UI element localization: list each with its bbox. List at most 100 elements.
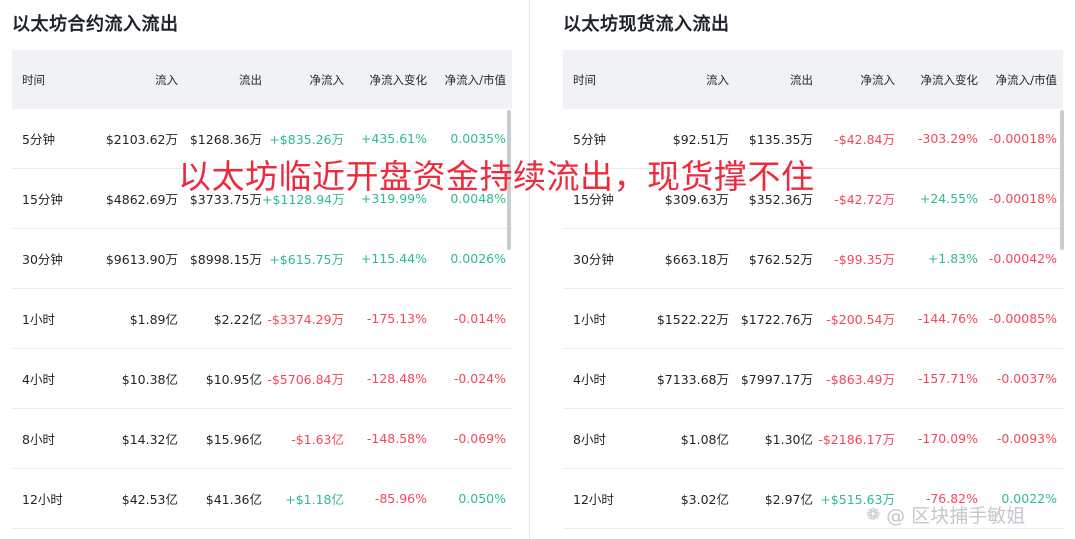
cell-netflow-mcap: -0.00085% — [988, 311, 1057, 326]
cell-time: 12小时 — [22, 492, 63, 507]
cell-netflow-change: -175.13% — [366, 311, 427, 326]
cell-outflow: $1268.36万 — [189, 132, 262, 147]
cell-time: 30分钟 — [573, 252, 614, 267]
header-inflow: 流入 — [155, 72, 178, 87]
header-netflow-change: 净流入变化 — [920, 72, 979, 87]
cell-inflow: $663.18万 — [664, 252, 729, 267]
watermark-text: @ 区块捕手敏姐 — [886, 505, 1026, 527]
cell-netflow-mcap: 0.0035% — [450, 131, 506, 146]
cell-netflow-change: -144.76% — [917, 311, 978, 326]
cell-outflow: $7997.17万 — [740, 372, 813, 387]
cell-netflow: -$1.63亿 — [291, 432, 344, 447]
header-time: 时间 — [22, 72, 45, 87]
table-row: 30分钟 $9613.90万 $8998.15万 +$615.75万 +115.44% 0… — [12, 229, 512, 289]
cell-time: 12小时 — [573, 492, 614, 507]
cell-netflow: -$3374.29万 — [267, 312, 344, 327]
cell-netflow: -$863.49万 — [826, 372, 895, 387]
table-row: 4小时 $7133.68万 $7997.17万 -$863.49万 -157.71% -0… — [563, 349, 1063, 409]
cell-outflow: $8998.15万 — [189, 252, 262, 267]
cell-inflow: $1.89亿 — [129, 312, 178, 327]
contract-flow-table: 时间 流入 流出 净流入 净流入变化 净流入/市值 5分钟 $2103.62万 $1… — [12, 50, 512, 529]
cell-time: 5分钟 — [573, 132, 606, 147]
cell-netflow: -$200.54万 — [826, 312, 895, 327]
cell-inflow: $1522.22万 — [656, 312, 729, 327]
cell-inflow: $14.32亿 — [121, 432, 178, 447]
header-outflow: 流出 — [239, 72, 262, 87]
cell-outflow: $1.30亿 — [764, 432, 813, 447]
cell-netflow: +$835.26万 — [269, 132, 344, 147]
header-netflow-change: 净流入变化 — [369, 72, 428, 87]
cell-time: 30分钟 — [22, 252, 63, 267]
cell-time: 8小时 — [22, 432, 55, 447]
header-netflow: 净流入 — [860, 72, 896, 87]
cell-netflow-change: -303.29% — [917, 131, 978, 146]
cell-inflow: $4862.69万 — [105, 192, 178, 207]
cell-time: 4小时 — [573, 372, 606, 387]
cell-netflow: +$1.18亿 — [285, 492, 344, 507]
cell-netflow-change: +115.44% — [360, 251, 427, 266]
cell-time: 15分钟 — [22, 192, 63, 207]
cell-time: 4小时 — [22, 372, 55, 387]
table-header: 时间 流入 流出 净流入 净流入变化 净流入/市值 — [563, 50, 1063, 109]
cell-inflow: $10.38亿 — [121, 372, 178, 387]
header-netflow: 净流入 — [309, 72, 345, 87]
cell-time: 5分钟 — [22, 132, 55, 147]
cell-netflow-change: +435.61% — [360, 131, 427, 146]
cell-netflow: -$99.35万 — [834, 252, 895, 267]
cell-netflow-change: -157.71% — [917, 371, 978, 386]
table-row: 4小时 $10.38亿 $10.95亿 -$5706.84万 -128.48% -0.02… — [12, 349, 512, 409]
cell-inflow: $2103.62万 — [105, 132, 178, 147]
header-outflow: 流出 — [790, 72, 813, 87]
spot-flow-panel: 以太坊现货流入流出 时间 流入 流出 净流入 净流入变化 净流入/市值 5分钟 $… — [563, 0, 1063, 539]
cell-time: 1小时 — [22, 312, 55, 327]
contract-flow-panel: 以太坊合约流入流出 时间 流入 流出 净流入 净流入变化 净流入/市值 5分钟 $… — [12, 0, 512, 539]
cell-inflow: $3.02亿 — [680, 492, 729, 507]
table-row: 1小时 $1.89亿 $2.22亿 -$3374.29万 -175.13% -0.014% — [12, 289, 512, 349]
header-time: 时间 — [573, 72, 596, 87]
cell-outflow: $2.97亿 — [764, 492, 813, 507]
cell-netflow-mcap: -0.014% — [453, 311, 506, 326]
header-netflow-mcap: 净流入/市值 — [995, 72, 1057, 87]
table-header: 时间 流入 流出 净流入 净流入变化 净流入/市值 — [12, 50, 512, 109]
spot-flow-table: 时间 流入 流出 净流入 净流入变化 净流入/市值 5分钟 $92.51万 $135… — [563, 50, 1063, 529]
spot-table-scrollbar[interactable] — [1060, 110, 1064, 250]
cell-netflow: -$5706.84万 — [267, 372, 344, 387]
cell-netflow-mcap: -0.00042% — [988, 251, 1057, 266]
cell-time: 1小时 — [573, 312, 606, 327]
header-inflow: 流入 — [706, 72, 729, 87]
cell-outflow: $1722.76万 — [740, 312, 813, 327]
headline-overlay: 以太坊临近开盘资金持续流出，现货撑不住 — [178, 157, 815, 196]
cell-netflow-change: -170.09% — [917, 431, 978, 446]
cell-inflow: $9613.90万 — [105, 252, 178, 267]
cell-netflow-mcap: -0.00018% — [988, 131, 1057, 146]
cell-netflow-change: -85.96% — [374, 491, 427, 506]
cell-netflow-change: -128.48% — [366, 371, 427, 386]
cell-netflow-mcap: -0.00018% — [988, 191, 1057, 206]
table-row: 12小时 $42.53亿 $41.36亿 +$1.18亿 -85.96% 0.050% — [12, 469, 512, 529]
contract-flow-title: 以太坊合约流入流出 — [12, 14, 179, 35]
cell-inflow: $92.51万 — [672, 132, 729, 147]
cell-netflow-mcap: 0.050% — [458, 491, 506, 506]
cell-outflow: $2.22亿 — [213, 312, 262, 327]
paw-icon: ❁ — [866, 504, 881, 525]
cell-netflow-mcap: -0.0093% — [996, 431, 1057, 446]
cell-netflow: -$42.84万 — [834, 132, 895, 147]
cell-outflow: $15.96亿 — [205, 432, 262, 447]
cell-outflow: $10.95亿 — [205, 372, 262, 387]
cell-outflow: $135.35万 — [748, 132, 813, 147]
cell-netflow-change: +1.83% — [927, 251, 978, 266]
header-netflow-mcap: 净流入/市值 — [444, 72, 506, 87]
cell-netflow-mcap: -0.0037% — [996, 371, 1057, 386]
cell-outflow: $41.36亿 — [205, 492, 262, 507]
cell-netflow-mcap: -0.024% — [453, 371, 506, 386]
table-row: 8小时 $1.08亿 $1.30亿 -$2186.17万 -170.09% -0.0093… — [563, 409, 1063, 469]
cell-netflow-change: -148.58% — [366, 431, 427, 446]
cell-time: 8小时 — [573, 432, 606, 447]
cell-inflow: $1.08亿 — [680, 432, 729, 447]
cell-netflow-mcap: -0.069% — [453, 431, 506, 446]
table-row: 8小时 $14.32亿 $15.96亿 -$1.63亿 -148.58% -0.069% — [12, 409, 512, 469]
cell-netflow-mcap: 0.0026% — [450, 251, 506, 266]
cell-netflow: -$42.72万 — [834, 192, 895, 207]
cell-outflow: $762.52万 — [748, 252, 813, 267]
cell-inflow: $42.53亿 — [121, 492, 178, 507]
